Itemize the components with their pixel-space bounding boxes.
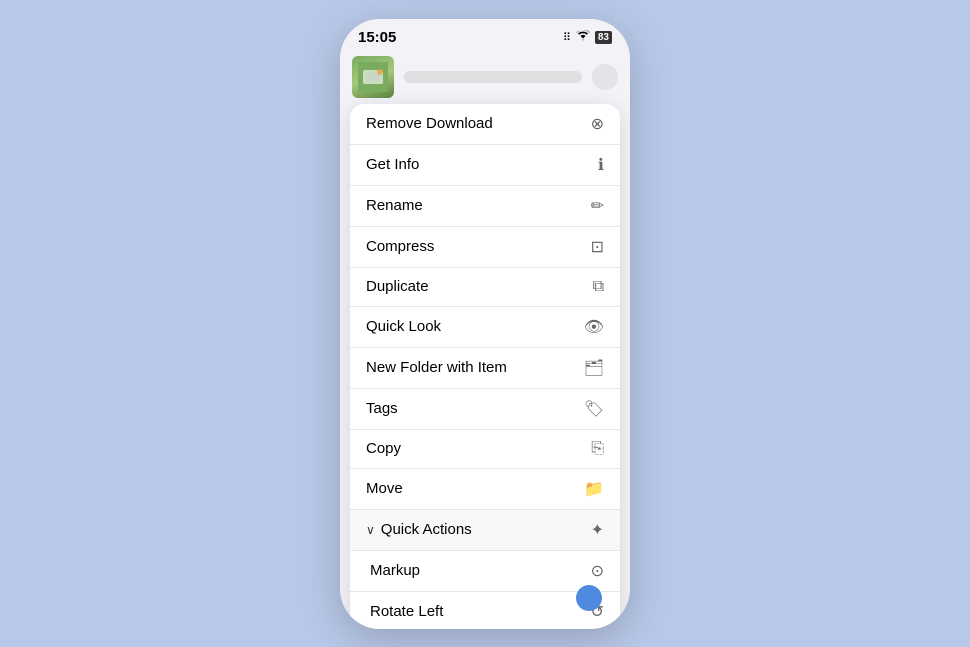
menu-item-remove-download[interactable]: Remove Download ⊗ — [350, 104, 620, 145]
context-menu-wrapper: Remove Download ⊗ Get Info ℹ Rename ✏ Co… — [340, 104, 630, 629]
section-header-left: ∨ Quick Actions — [366, 521, 472, 538]
menu-item-copy[interactable]: Copy ⎘ — [350, 430, 620, 469]
thumbnail-image — [352, 56, 394, 98]
move-icon: 📁 — [584, 479, 604, 499]
menu-item-markup[interactable]: Markup ⊙ — [350, 551, 620, 592]
menu-item-compress[interactable]: Compress ⊡ — [350, 227, 620, 268]
tags-icon: 🏷 — [584, 399, 604, 419]
copy-icon: ⎘ — [591, 440, 604, 458]
section-label: Quick Actions — [381, 521, 472, 538]
section-chevron: ∨ — [366, 523, 375, 537]
new-folder-icon: 🗂 — [584, 358, 604, 378]
quick-actions-header[interactable]: ∨ Quick Actions ✦ — [350, 510, 620, 551]
rename-icon: ✏ — [591, 196, 604, 216]
status-icons: ⠿ 83 — [563, 30, 612, 44]
get-info-icon: ℹ — [598, 155, 604, 175]
menu-item-tags[interactable]: Tags 🏷 — [350, 389, 620, 430]
markup-icon: ⊙ — [591, 561, 604, 581]
phone-frame: 15:05 ⠿ 83 — [340, 19, 630, 629]
menu-item-rename[interactable]: Rename ✏ — [350, 186, 620, 227]
file-thumbnail — [352, 56, 394, 98]
wifi-icon — [576, 30, 590, 44]
status-time: 15:05 — [358, 29, 396, 46]
bottom-dot-button[interactable] — [576, 585, 602, 611]
compress-icon: ⊡ — [591, 237, 604, 257]
menu-item-move[interactable]: Move 📁 — [350, 469, 620, 510]
file-header — [340, 50, 630, 104]
menu-item-quick-look[interactable]: Quick Look 👁 — [350, 307, 620, 348]
status-bar: 15:05 ⠿ 83 — [340, 19, 630, 50]
context-menu: Remove Download ⊗ Get Info ℹ Rename ✏ Co… — [350, 104, 620, 629]
remove-download-icon: ⊗ — [591, 114, 604, 134]
duplicate-icon: ⧉ — [593, 278, 604, 296]
battery-icon: 83 — [595, 31, 612, 44]
menu-item-duplicate[interactable]: Duplicate ⧉ — [350, 268, 620, 307]
menu-item-new-folder[interactable]: New Folder with Item 🗂 — [350, 348, 620, 389]
menu-item-get-info[interactable]: Get Info ℹ — [350, 145, 620, 186]
file-name — [404, 71, 582, 83]
more-button[interactable] — [592, 64, 618, 90]
signal-icon: ⠿ — [563, 31, 571, 44]
quick-actions-icon: ✦ — [591, 520, 604, 540]
quick-look-icon: 👁 — [584, 317, 604, 337]
